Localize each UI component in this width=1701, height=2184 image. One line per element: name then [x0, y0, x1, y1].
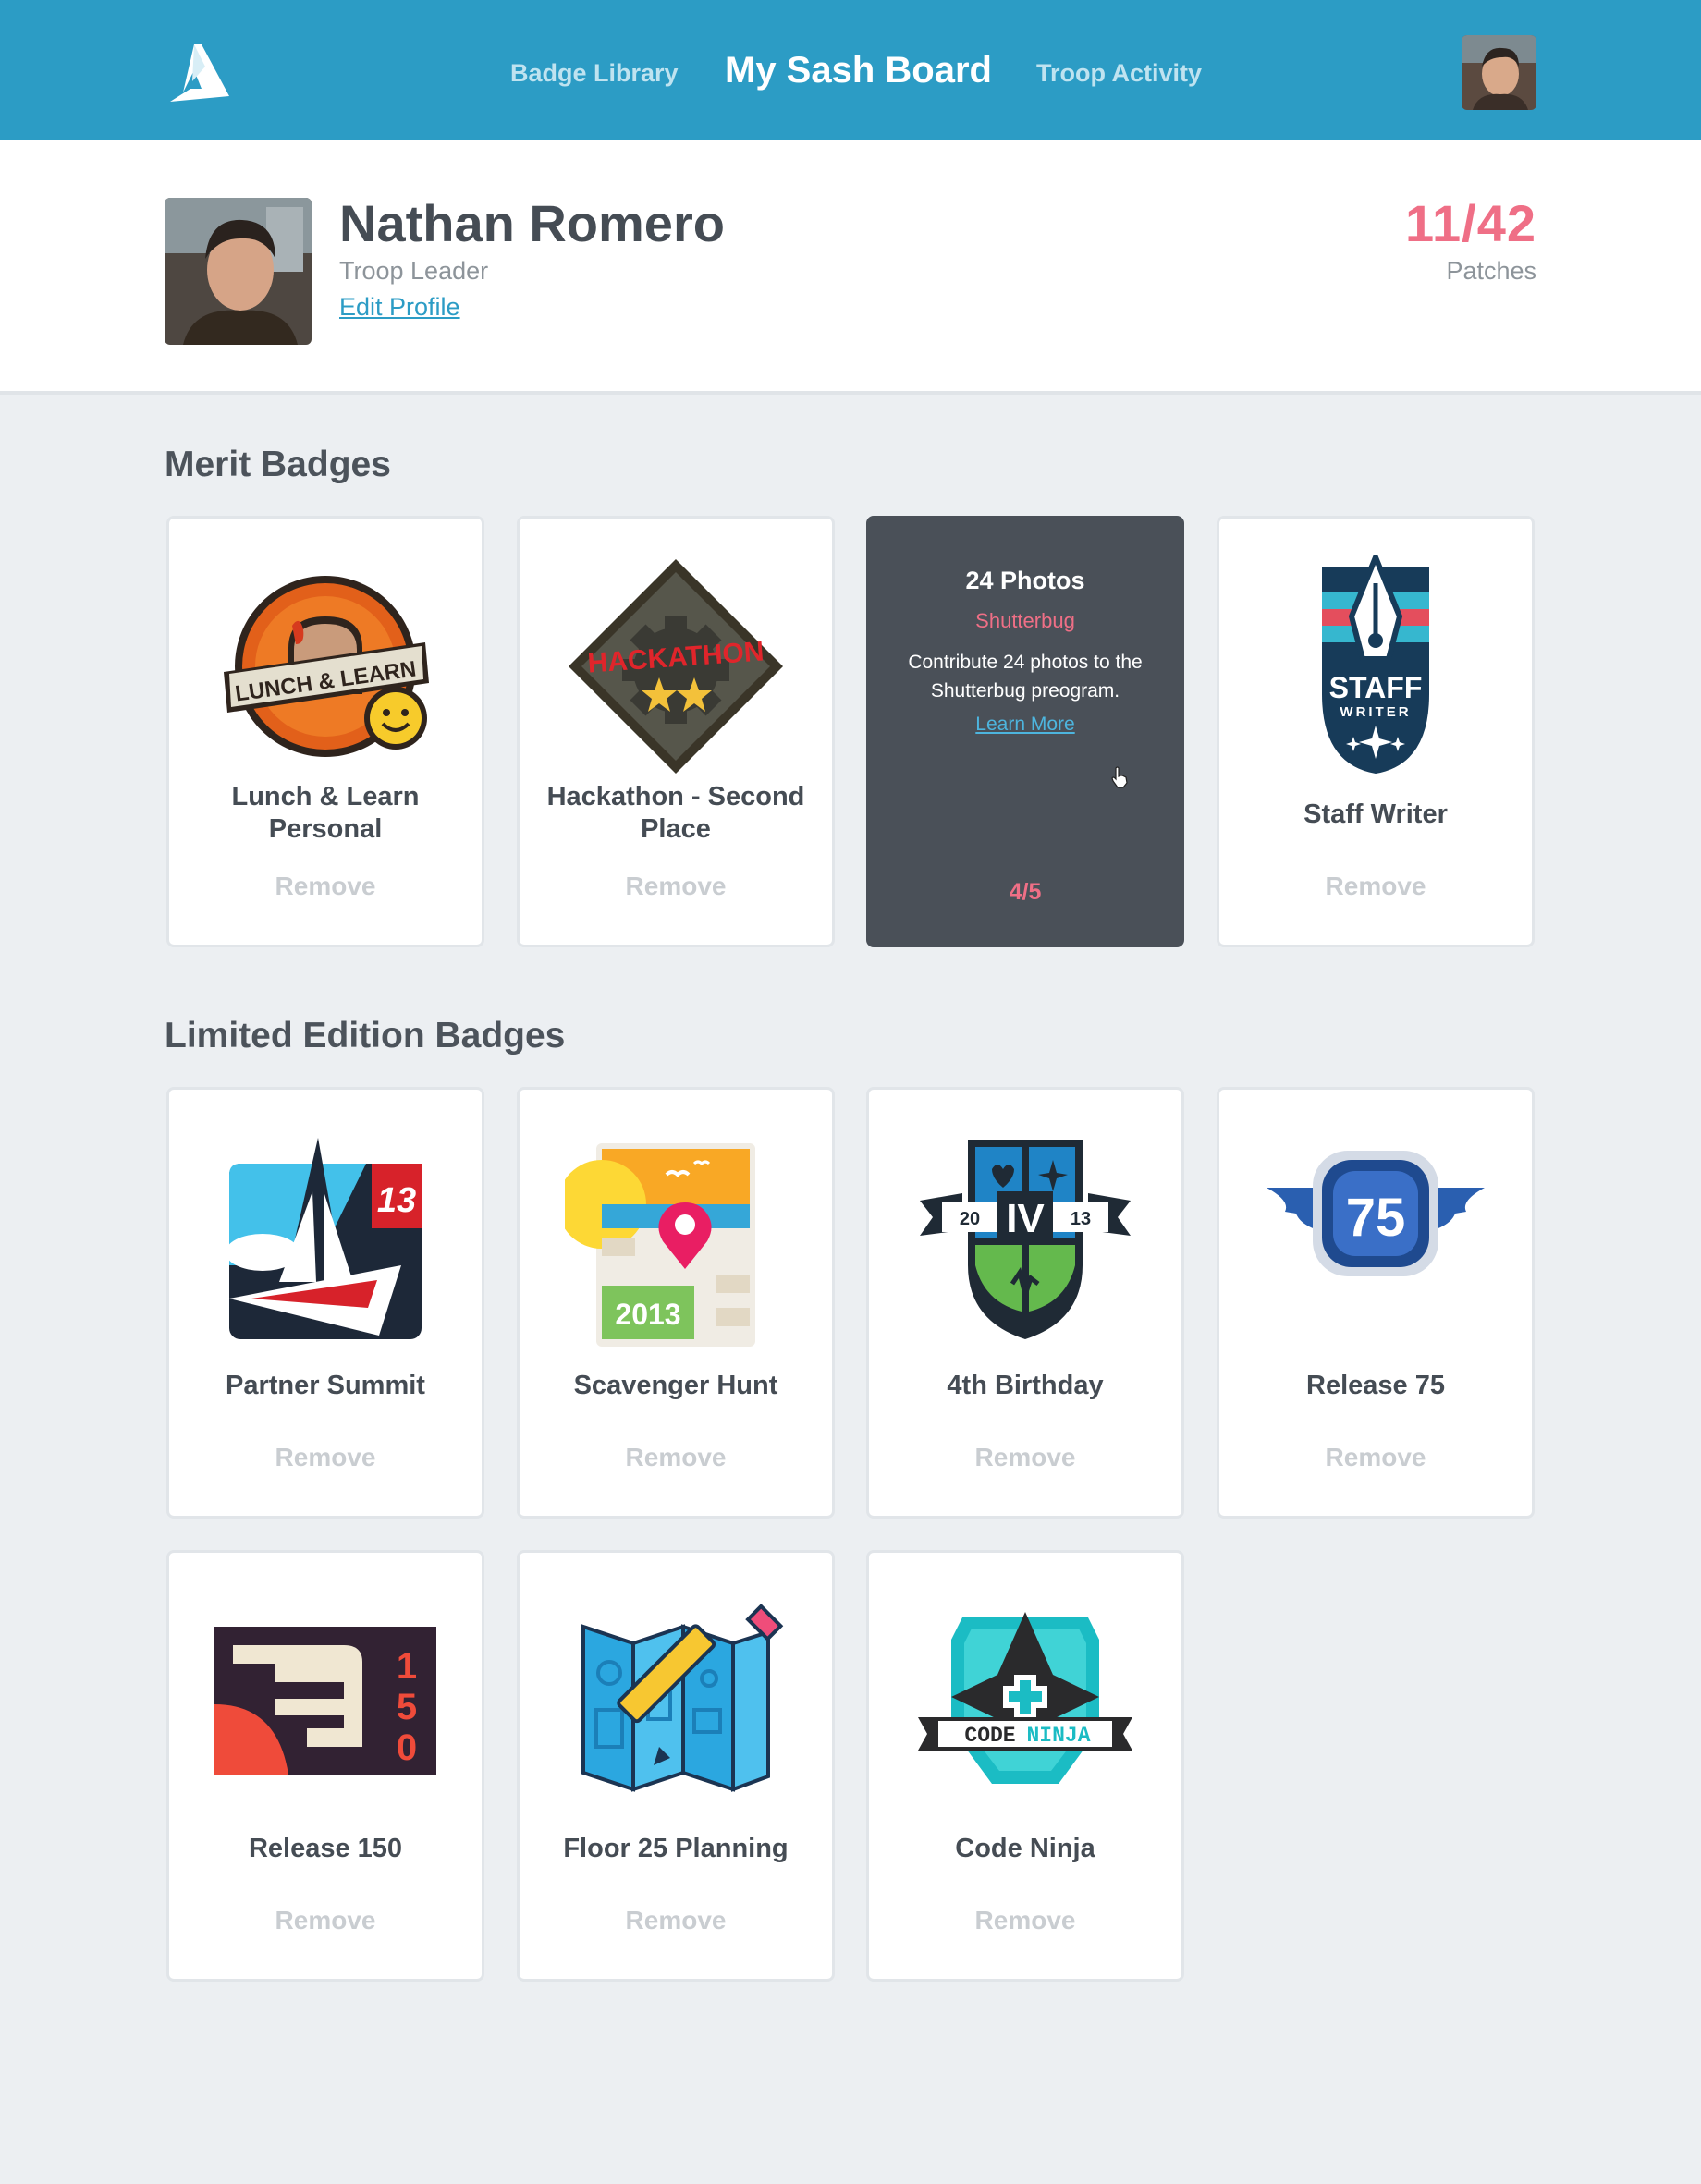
staff-writer-icon: STAFF WRITER [1322, 555, 1429, 774]
learn-more-link[interactable]: Learn More [869, 714, 1181, 736]
profile-photo [165, 198, 312, 345]
profile-section: Nathan Romero Troop Leader Edit Profile … [0, 140, 1701, 395]
edit-profile-link[interactable]: Edit Profile [339, 293, 460, 322]
badge-card-hackathon[interactable]: HACKATHON Hackathon - Second Place Remov… [517, 516, 835, 947]
badge-title: Partner Summit [226, 1371, 425, 1400]
birthday-icon: IV 20 13 [920, 1140, 1131, 1339]
badge-title: Hackathon - Second Place [546, 782, 805, 844]
svg-text:75: 75 [1346, 1188, 1406, 1248]
badge-title: Floor 25 Planning [563, 1834, 789, 1863]
badge-card-partner-summit[interactable]: 13 Partner Summit Remove [166, 1087, 484, 1519]
badge-card-release-150[interactable]: 1 5 0 Release 150 Remove [166, 1550, 484, 1982]
remove-button[interactable]: Remove [520, 872, 832, 901]
remove-button[interactable]: Remove [869, 1443, 1181, 1472]
top-navigation-bar: Badge Library My Sash Board Troop Activi… [0, 0, 1701, 140]
svg-text:STAFF: STAFF [1329, 671, 1423, 704]
remove-button[interactable]: Remove [169, 872, 482, 901]
svg-text:NINJA: NINJA [1026, 1724, 1090, 1748]
badge-title: 4th Birthday [947, 1371, 1104, 1400]
badge-card-scavenger-hunt[interactable]: 2013 Scavenger Hunt Remove [517, 1087, 835, 1519]
badge-progress: 4/5 [1009, 879, 1042, 905]
svg-text:20: 20 [960, 1209, 980, 1229]
remove-button[interactable]: Remove [1219, 1443, 1532, 1472]
svg-text:13: 13 [1071, 1209, 1091, 1229]
partner-summit-icon: 13 [226, 1138, 422, 1339]
badge-card-floor-planning[interactable]: Floor 25 Planning Remove [517, 1550, 835, 1982]
patch-count: 11/42 [1404, 194, 1536, 252]
badge-title: Release 75 [1306, 1371, 1445, 1400]
badge-card-release-75[interactable]: 75 Release 75 Remove [1217, 1087, 1535, 1519]
release-150-icon: 1 5 0 [214, 1627, 436, 1775]
badge-hover-category: Shutterbug [975, 609, 1075, 632]
badge-hover-description: Contribute 24 photos to the Shutterbug p… [908, 652, 1143, 702]
app-logo-icon[interactable] [168, 41, 233, 105]
scavenger-hunt-icon: 2013 [565, 1143, 755, 1347]
svg-text:WRITER: WRITER [1340, 704, 1411, 720]
release-75-icon: 75 [1267, 1151, 1485, 1276]
remove-button[interactable]: Remove [869, 1906, 1181, 1935]
hand-cursor-icon [1111, 766, 1128, 788]
svg-text:IV: IV [1006, 1196, 1045, 1241]
code-ninja-icon: CODE NINJA [918, 1612, 1132, 1784]
badge-title: Release 150 [248, 1834, 403, 1863]
svg-text:2013: 2013 [615, 1298, 680, 1331]
badge-title: Code Ninja [955, 1834, 1095, 1863]
patch-count-label: Patches [1446, 257, 1536, 285]
hackathon-icon: HACKATHON [569, 559, 783, 774]
limited-badges-heading: Limited Edition Badges [165, 1016, 566, 1055]
badge-title: Lunch & Learn Personal [231, 782, 420, 844]
remove-button[interactable]: Remove [1219, 872, 1532, 901]
nav-troop-activity[interactable]: Troop Activity [1036, 59, 1202, 88]
badge-card-code-ninja[interactable]: CODE NINJA Code Ninja Remove [866, 1550, 1184, 1982]
svg-text:CODE: CODE [964, 1724, 1015, 1748]
svg-text:0: 0 [397, 1727, 417, 1768]
svg-text:1: 1 [397, 1646, 417, 1687]
nav-my-sash-board[interactable]: My Sash Board [725, 50, 992, 92]
profile-name: Nathan Romero [339, 194, 725, 252]
remove-button[interactable]: Remove [169, 1443, 482, 1472]
lunch-learn-icon: LUNCH & LEARN [224, 576, 429, 757]
badge-title: Staff Writer [1303, 799, 1448, 829]
floor-planning-icon [581, 1604, 784, 1792]
merit-badges-heading: Merit Badges [165, 445, 391, 484]
remove-button[interactable]: Remove [520, 1906, 832, 1935]
svg-text:5: 5 [397, 1687, 417, 1727]
badge-hover-title: 24 Photos [965, 567, 1085, 594]
badge-card-staff-writer[interactable]: STAFF WRITER Staff Writer Remove [1217, 516, 1535, 947]
user-avatar[interactable] [1462, 35, 1536, 110]
badge-title: Scavenger Hunt [573, 1371, 778, 1400]
badge-card-4th-birthday[interactable]: IV 20 13 4th Birthday Remove [866, 1087, 1184, 1519]
svg-text:13: 13 [377, 1181, 416, 1220]
badge-card-lunch-learn[interactable]: LUNCH & LEARN Lunch & Learn Personal Rem… [166, 516, 484, 947]
badge-card-shutterbug-hover[interactable]: 24 Photos Shutterbug Contribute 24 photo… [866, 516, 1184, 947]
nav-badge-library[interactable]: Badge Library [510, 59, 679, 88]
profile-role: Troop Leader [339, 257, 489, 285]
remove-button[interactable]: Remove [520, 1443, 832, 1472]
remove-button[interactable]: Remove [169, 1906, 482, 1935]
